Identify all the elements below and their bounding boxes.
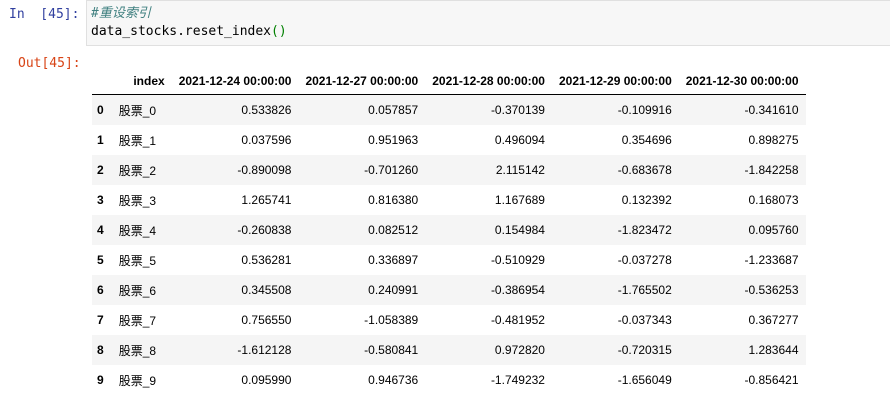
value-cell: 0.816380	[368, 193, 419, 207]
table-row: 4 股票_4 -0.260838 0.082512 0.154984 -1.823472 0…	[92, 215, 806, 245]
dataframe-table: index 2021-12-24 00:00:00 2021-12-27 00:…	[92, 68, 806, 395]
value-cell: -0.370139	[490, 103, 545, 117]
index-cell: 股票_7	[118, 313, 157, 328]
row-label: 9	[97, 373, 104, 387]
value-cell: -1.823472	[617, 223, 672, 237]
value-cell: -0.580841	[364, 343, 419, 357]
row-label: 3	[97, 193, 104, 207]
value-cell: 0.132392	[621, 193, 672, 207]
table-row: 9 股票_9 0.095990 0.946736 -1.749232 -1.656049 -…	[92, 365, 806, 395]
table-body: 0 股票_0 0.533826 0.057857 -0.370139 -0.109916 -…	[92, 94, 806, 395]
value-cell: 0.946736	[368, 373, 419, 387]
table-row: 7 股票_7 0.756550 -1.058389 -0.481952 -0.037343…	[92, 305, 806, 335]
value-cell: 0.345508	[241, 283, 292, 297]
value-cell: -0.510929	[490, 253, 545, 267]
column-header: 2021-12-30 00:00:00	[678, 68, 806, 95]
code-parens: ()	[271, 24, 287, 39]
row-label: 7	[97, 313, 104, 327]
column-header: index	[111, 68, 172, 95]
output-area: index 2021-12-24 00:00:00 2021-12-27 00:…	[92, 68, 806, 395]
column-header: 2021-12-29 00:00:00	[551, 68, 679, 95]
table-header-row: index 2021-12-24 00:00:00 2021-12-27 00:…	[92, 68, 806, 95]
output-prompt: Out[45]:	[18, 56, 81, 71]
value-cell: 0.336897	[368, 253, 419, 267]
table-row: 8 股票_8 -1.612128 -0.580841 0.972820 -0.720315…	[92, 335, 806, 365]
value-cell: 1.167689	[494, 193, 545, 207]
value-cell: 0.168073	[748, 193, 799, 207]
index-cell: 股票_0	[118, 103, 157, 118]
code-call: data_stocks.reset_index	[91, 24, 272, 39]
value-cell: 0.756550	[241, 313, 292, 327]
value-cell: -0.536253	[744, 283, 799, 297]
value-cell: 0.496094	[494, 133, 545, 147]
value-cell: 2.115142	[495, 163, 545, 177]
index-cell: 股票_1	[118, 133, 157, 148]
index-cell: 股票_8	[118, 343, 157, 358]
row-label-header	[92, 68, 112, 95]
index-cell: 股票_2	[118, 163, 157, 178]
value-cell: 0.095760	[748, 223, 799, 237]
value-cell: -1.749232	[490, 373, 545, 387]
value-cell: -0.683678	[617, 163, 672, 177]
value-cell: -0.720315	[617, 343, 672, 357]
value-cell: 0.154984	[494, 223, 545, 237]
value-cell: -0.856421	[744, 373, 799, 387]
value-cell: 0.951963	[368, 133, 419, 147]
column-header: 2021-12-27 00:00:00	[298, 68, 426, 95]
value-cell: -0.701260	[364, 163, 419, 177]
value-cell: -0.260838	[237, 223, 292, 237]
row-label: 0	[97, 103, 104, 117]
value-cell: 0.057857	[368, 103, 419, 117]
table-row: 0 股票_0 0.533826 0.057857 -0.370139 -0.109916 -…	[92, 94, 806, 125]
row-label: 6	[97, 283, 104, 297]
row-label: 4	[97, 223, 104, 237]
value-cell: -0.341610	[744, 103, 799, 117]
index-cell: 股票_3	[118, 193, 157, 208]
value-cell: -0.890098	[237, 163, 292, 177]
value-cell: -1.058389	[364, 313, 419, 327]
row-label: 8	[97, 343, 104, 357]
value-cell: 0.082512	[368, 223, 419, 237]
value-cell: -1.656049	[617, 373, 672, 387]
value-cell: -0.386954	[490, 283, 545, 297]
input-prompt: In [45]:	[9, 7, 80, 22]
index-cell: 股票_6	[118, 283, 157, 298]
column-header: 2021-12-24 00:00:00	[171, 68, 299, 95]
column-header: 2021-12-28 00:00:00	[425, 68, 552, 95]
table-row: 1 股票_1 0.037596 0.951963 0.496094 0.354696 0.8…	[92, 125, 806, 155]
row-label: 2	[97, 163, 104, 177]
value-cell: -0.481952	[490, 313, 545, 327]
value-cell: 0.536281	[241, 253, 292, 267]
value-cell: -1.233687	[744, 253, 799, 267]
table-row: 3 股票_3 1.265741 0.816380 1.167689 0.132392 0.1…	[92, 185, 806, 215]
value-cell: 0.367277	[748, 313, 799, 327]
index-cell: 股票_4	[118, 223, 157, 238]
value-cell: 1.283644	[748, 343, 799, 357]
index-cell: 股票_9	[118, 373, 157, 388]
table-row: 2 股票_2 -0.890098 -0.701260 2.115142 -0.683678…	[92, 155, 806, 185]
value-cell: 0.354696	[621, 133, 672, 147]
value-cell: -0.037278	[617, 253, 672, 267]
value-cell: -1.612128	[237, 343, 292, 357]
code-comment: #重设索引	[91, 6, 151, 21]
code-input-cell[interactable]: #重设索引 data_stocks.reset_index()	[86, 0, 890, 46]
value-cell: -1.765502	[617, 283, 672, 297]
value-cell: 1.265741	[241, 193, 292, 207]
table-row: 5 股票_5 0.536281 0.336897 -0.510929 -0.037278 -…	[92, 245, 806, 275]
value-cell: 0.972820	[494, 343, 545, 357]
table-row: 6 股票_6 0.345508 0.240991 -0.386954 -1.765502 -…	[92, 275, 806, 305]
index-cell: 股票_5	[118, 253, 157, 268]
code-statement: data_stocks.reset_index()	[91, 23, 287, 40]
value-cell: -0.109916	[617, 103, 672, 117]
value-cell: 0.240991	[368, 283, 419, 297]
value-cell: 0.533826	[241, 103, 292, 117]
value-cell: 0.037596	[241, 133, 292, 147]
value-cell: 0.095990	[241, 373, 292, 387]
value-cell: -1.842258	[744, 163, 799, 177]
value-cell: -0.037343	[617, 313, 672, 327]
row-label: 1	[97, 133, 104, 147]
row-label: 5	[97, 253, 104, 267]
value-cell: 0.898275	[748, 133, 799, 147]
